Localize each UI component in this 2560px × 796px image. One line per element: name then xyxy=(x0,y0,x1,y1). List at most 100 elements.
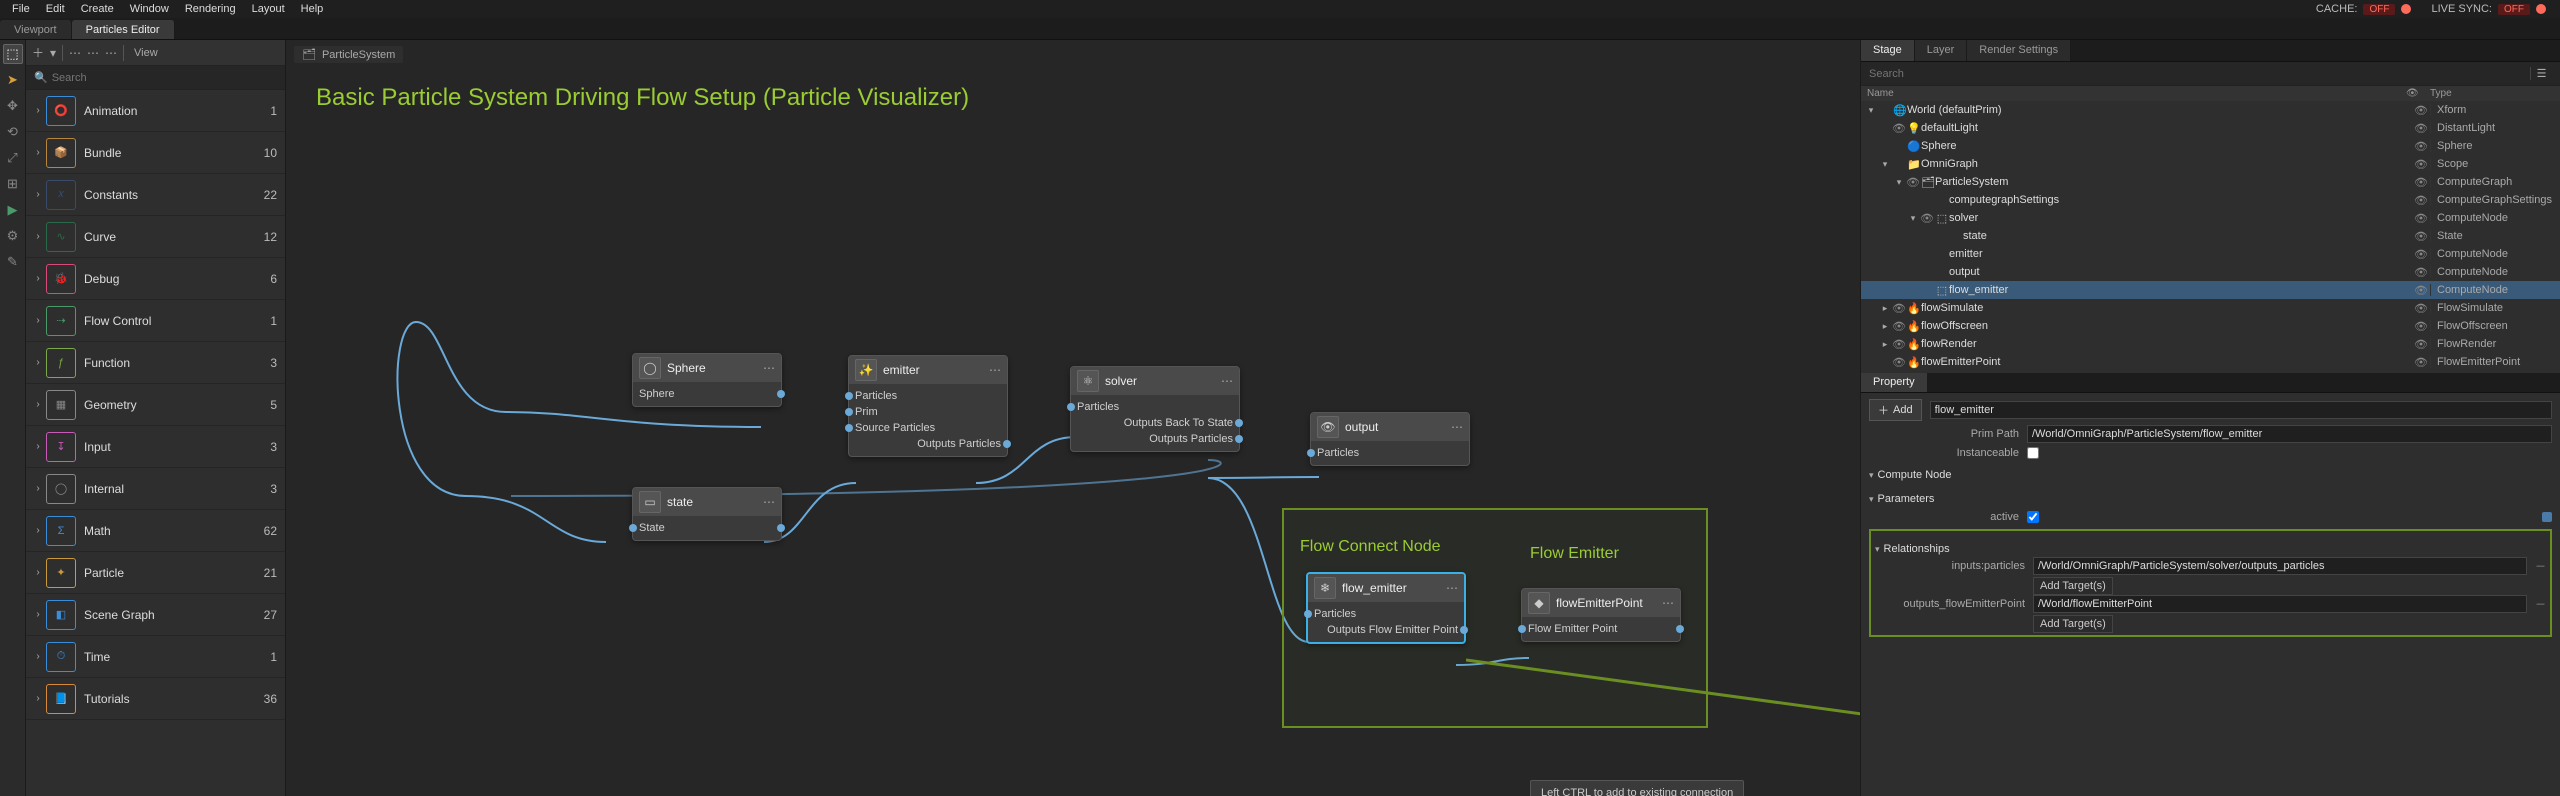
tree-row-particlesystem[interactable]: ▾ 👁 🗂 ParticleSystem 👁 ComputeGraph xyxy=(1861,173,2560,191)
vis-toggle-icon[interactable]: 👁 xyxy=(2412,320,2430,333)
menu-file[interactable]: File xyxy=(4,3,38,15)
add-target-1[interactable]: Add Target(s) xyxy=(2033,577,2113,595)
tool-rotate-icon[interactable]: ⟲ xyxy=(3,122,23,142)
tab-layer[interactable]: Layer xyxy=(1915,40,1968,61)
category-time[interactable]: › ⏱ Time 1 xyxy=(26,636,285,678)
cache-status[interactable]: CACHE: OFF xyxy=(2306,3,2422,15)
tree-row-flowrender[interactable]: ▸ 👁 🔥 flowRender 👁 FlowRender xyxy=(1861,335,2560,353)
tree-row-computegraphsettings[interactable]: computegraphSettings 👁 ComputeGraphSetti… xyxy=(1861,191,2560,209)
node-state[interactable]: ▭ state ⋯ State xyxy=(632,487,782,541)
vis-toggle-icon[interactable]: 👁 xyxy=(2412,104,2430,117)
tree-row-solver[interactable]: ▾ 👁 ⬚ solver 👁 ComputeNode xyxy=(1861,209,2560,227)
vis-toggle-icon[interactable]: 👁 xyxy=(2412,158,2430,171)
category-animation[interactable]: › ⭕ Animation 1 xyxy=(26,90,285,132)
menu-edit[interactable]: Edit xyxy=(38,3,73,15)
visibility-icon[interactable]: 👁 xyxy=(1891,302,1907,315)
palette-search-input[interactable] xyxy=(52,72,277,84)
tool-pointer-icon[interactable]: ➤ xyxy=(3,70,23,90)
tree-row-flow-emitter[interactable]: ⬚ flow_emitter 👁 ComputeNode xyxy=(1861,281,2560,299)
dots3-icon[interactable]: ⋯ xyxy=(105,46,117,60)
category-function[interactable]: › ƒ Function 3 xyxy=(26,342,285,384)
node-flow-emitter-point[interactable]: ◆ flowEmitterPoint ⋯ Flow Emitter Point xyxy=(1521,588,1681,642)
tool-snap-icon[interactable]: ⊞ xyxy=(3,174,23,194)
tree-row-world-defaultprim-[interactable]: ▾ 🌐 World (defaultPrim) 👁 Xform xyxy=(1861,101,2560,119)
visibility-icon[interactable]: 👁 xyxy=(1891,122,1907,135)
tab-viewport[interactable]: Viewport xyxy=(0,20,72,39)
tab-particles-editor[interactable]: Particles Editor xyxy=(72,20,175,39)
menu-rendering[interactable]: Rendering xyxy=(177,3,244,15)
primpath-field[interactable] xyxy=(2027,425,2552,443)
livesync-status[interactable]: LIVE SYNC: OFF xyxy=(2421,3,2556,15)
node-sphere[interactable]: ◯ Sphere ⋯ Sphere xyxy=(632,353,782,407)
section-relationships[interactable]: ▾Relationships xyxy=(1875,541,2546,557)
tool-brush-icon[interactable]: ✎ xyxy=(3,252,23,272)
inputs-particles-field[interactable] xyxy=(2033,557,2527,575)
tool-play-icon[interactable]: ▶ xyxy=(3,200,23,220)
vis-toggle-icon[interactable]: 👁 xyxy=(2412,356,2430,369)
tree-row-omnigraph[interactable]: ▾ 📁 OmniGraph 👁 Scope xyxy=(1861,155,2560,173)
tree-row-flowsimulate[interactable]: ▸ 👁 🔥 flowSimulate 👁 FlowSimulate xyxy=(1861,299,2560,317)
vis-toggle-icon[interactable]: 👁 xyxy=(2412,212,2430,225)
tab-stage[interactable]: Stage xyxy=(1861,40,1915,61)
tree-row-sphere[interactable]: 🔵 Sphere 👁 Sphere xyxy=(1861,137,2560,155)
vis-toggle-icon[interactable]: 👁 xyxy=(2412,284,2430,297)
graph-canvas[interactable]: 🗂 ParticleSystem Basic Particle System D… xyxy=(286,40,1860,796)
category-flow-control[interactable]: › ⇢ Flow Control 1 xyxy=(26,300,285,342)
visibility-icon[interactable]: 👁 xyxy=(1905,176,1921,189)
tree-row-emitter[interactable]: emitter 👁 ComputeNode xyxy=(1861,245,2560,263)
expand-icon[interactable]: ▸ xyxy=(1879,339,1891,350)
category-scene-graph[interactable]: › ◧ Scene Graph 27 xyxy=(26,594,285,636)
view-dropdown[interactable]: View xyxy=(134,47,158,59)
instanceable-checkbox[interactable] xyxy=(2027,447,2039,459)
port-out[interactable] xyxy=(777,390,785,398)
outputs-flowemitter-field[interactable] xyxy=(2033,595,2527,613)
menu-help[interactable]: Help xyxy=(293,3,332,15)
category-debug[interactable]: › 🐞 Debug 6 xyxy=(26,258,285,300)
node-flow-emitter[interactable]: ❄ flow_emitter ⋯ Particles Outputs Flow … xyxy=(1306,572,1466,644)
name-field[interactable] xyxy=(1930,401,2552,419)
category-curve[interactable]: › ∿ Curve 12 xyxy=(26,216,285,258)
palette-search[interactable]: 🔍 xyxy=(26,66,285,90)
filter-icon[interactable]: ☰ xyxy=(2530,67,2552,80)
category-math[interactable]: › Σ Math 62 xyxy=(26,510,285,552)
active-checkbox[interactable] xyxy=(2027,511,2039,523)
visibility-icon[interactable]: 👁 xyxy=(1891,320,1907,333)
tree-row-defaultlight[interactable]: 👁 💡 defaultLight 👁 DistantLight xyxy=(1861,119,2560,137)
stage-search[interactable]: ☰ xyxy=(1861,62,2560,86)
port-in[interactable] xyxy=(629,524,637,532)
visibility-icon[interactable]: 👁 xyxy=(1919,212,1935,225)
breadcrumb[interactable]: 🗂 ParticleSystem xyxy=(294,46,403,63)
tool-scale-icon[interactable]: ⤢ xyxy=(3,148,23,168)
dots2-icon[interactable]: ⋯ xyxy=(87,46,99,60)
expand-icon[interactable]: ▸ xyxy=(1879,303,1891,314)
vis-toggle-icon[interactable]: 👁 xyxy=(2412,122,2430,135)
expand-icon[interactable]: ▾ xyxy=(1893,177,1905,188)
section-compute-node[interactable]: ▾Compute Node xyxy=(1869,467,2552,483)
vis-toggle-icon[interactable]: 👁 xyxy=(2412,338,2430,351)
expand-icon[interactable]: ▾ xyxy=(1865,105,1877,116)
dots-icon[interactable]: ⋯ xyxy=(69,46,81,60)
category-constants[interactable]: › 𝑥 Constants 22 xyxy=(26,174,285,216)
stage-search-input[interactable] xyxy=(1869,68,2524,80)
category-particle[interactable]: › ✦ Particle 21 xyxy=(26,552,285,594)
node-output[interactable]: 👁 output ⋯ Particles xyxy=(1310,412,1470,466)
tree-row-flowoffscreen[interactable]: ▸ 👁 🔥 flowOffscreen 👁 FlowOffscreen xyxy=(1861,317,2560,335)
node-solver[interactable]: ⚛ solver ⋯ Particles Outputs Back To Sta… xyxy=(1070,366,1240,452)
vis-toggle-icon[interactable]: 👁 xyxy=(2412,302,2430,315)
vis-toggle-icon[interactable]: 👁 xyxy=(2412,176,2430,189)
dropdown-icon[interactable]: ▾ xyxy=(50,46,56,60)
category-geometry[interactable]: › ▦ Geometry 5 xyxy=(26,384,285,426)
tree-row-output[interactable]: output 👁 ComputeNode xyxy=(1861,263,2560,281)
vis-toggle-icon[interactable]: 👁 xyxy=(2412,248,2430,261)
add-button[interactable]: ＋Add xyxy=(1869,399,1922,421)
expand-icon[interactable]: ▾ xyxy=(1907,213,1919,224)
menu-layout[interactable]: Layout xyxy=(244,3,293,15)
visibility-icon[interactable]: 👁 xyxy=(1891,338,1907,351)
add-icon[interactable]: ＋ xyxy=(32,44,44,61)
tool-move-icon[interactable]: ✥ xyxy=(3,96,23,116)
section-parameters[interactable]: ▾Parameters xyxy=(1869,491,2552,507)
vis-toggle-icon[interactable]: 👁 xyxy=(2412,140,2430,153)
tool-options-icon[interactable]: ⚙ xyxy=(3,226,23,246)
expand-icon[interactable]: ▾ xyxy=(1879,159,1891,170)
tree-row-state[interactable]: state 👁 State xyxy=(1861,227,2560,245)
